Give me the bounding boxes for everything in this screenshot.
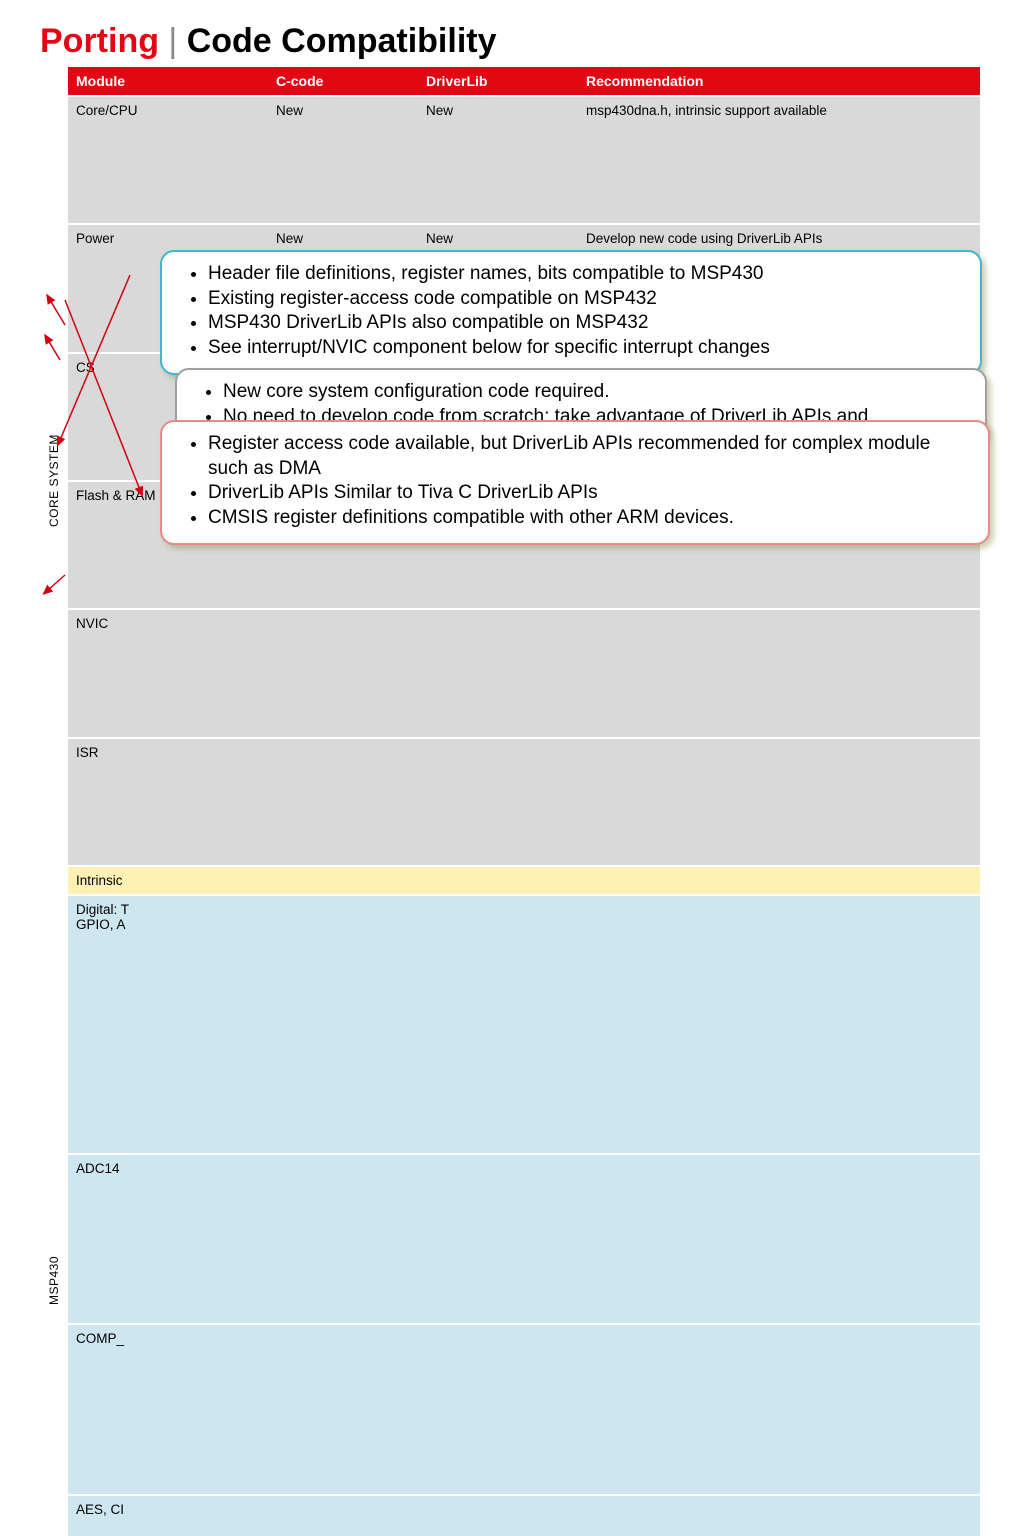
cell-ccode [268, 895, 418, 1154]
header-module: Module [68, 67, 268, 96]
title-black: Code Compatibility [187, 22, 497, 60]
table-row: Intrinsic [40, 866, 980, 895]
table-row: CORE SYSTEM Core/CPU New New msp430dna.h… [40, 96, 980, 224]
list-item: Header file definitions, register names,… [208, 262, 962, 287]
callout-pink: Register access code available, but Driv… [160, 420, 990, 545]
table-row: AES, CI [40, 1495, 980, 1536]
cell-dlib [418, 866, 578, 895]
section-label: MSP430 [40, 896, 68, 1536]
section-blank [40, 866, 68, 895]
cell-ccode: New [268, 96, 418, 224]
cell-module: ISR [68, 738, 268, 866]
cell-rec: msp430dna.h, intrinsic support available [578, 96, 980, 224]
cell-ccode [268, 1324, 418, 1494]
header-row: Module C-code DriverLib Recommendation [40, 67, 980, 96]
list-item: Register access code available, but Driv… [208, 432, 970, 481]
cell-ccode [268, 1154, 418, 1324]
table-row: NVIC [40, 609, 980, 737]
list-item: MSP430 DriverLib APIs also compatible on… [208, 311, 962, 336]
header-recommendation: Recommendation [578, 67, 980, 96]
cell-rec [578, 738, 980, 866]
slide-title: Porting | Code Compatibility [40, 22, 984, 61]
callout-list: Register access code available, but Driv… [180, 432, 970, 531]
cell-module: Core/CPU [68, 96, 268, 224]
cell-module: Intrinsic [68, 866, 268, 895]
cell-module: AES, CI [68, 1495, 268, 1536]
table-row: COMP_ [40, 1324, 980, 1494]
table-row: ADC14 [40, 1154, 980, 1324]
cell-dlib [418, 1154, 578, 1324]
cell-ccode [268, 866, 418, 895]
title-separator: | [159, 22, 187, 60]
section-core-system: CORE SYSTEM [40, 96, 68, 866]
cell-dlib [418, 609, 578, 737]
cell-module: Digital: TGPIO, A [68, 895, 268, 1154]
header-driverlib: DriverLib [418, 67, 578, 96]
table-row: MSP430 Digital: TGPIO, A [40, 895, 980, 1154]
cell-rec [578, 866, 980, 895]
table-row: ISR [40, 738, 980, 866]
list-item: Existing register-access code compatible… [208, 287, 962, 312]
slide: Porting | Code Compatibility Module C-co… [0, 0, 1024, 1536]
cell-rec [578, 1495, 980, 1536]
cell-module: COMP_ [68, 1324, 268, 1494]
list-item: See interrupt/NVIC component below for s… [208, 336, 962, 361]
list-item: DriverLib APIs Similar to Tiva C DriverL… [208, 481, 970, 506]
cell-ccode [268, 738, 418, 866]
cell-module: NVIC [68, 609, 268, 737]
cell-text: Digital: T [76, 902, 129, 917]
cell-dlib: New [418, 96, 578, 224]
list-item: CMSIS register definitions compatible wi… [208, 506, 970, 531]
section-label: CORE SYSTEM [40, 97, 68, 865]
cell-rec [578, 609, 980, 737]
cell-module: ADC14 [68, 1154, 268, 1324]
cell-dlib [418, 1324, 578, 1494]
cell-dlib [418, 738, 578, 866]
cell-ccode [268, 1495, 418, 1536]
cell-dlib [418, 1495, 578, 1536]
cell-text2: GPIO, A [76, 917, 126, 932]
header-ccode: C-code [268, 67, 418, 96]
cell-dlib [418, 895, 578, 1154]
title-red: Porting [40, 22, 159, 60]
section-msp430: MSP430 [40, 895, 68, 1536]
callout-list: Header file definitions, register names,… [180, 262, 962, 361]
callout-teal: Header file definitions, register names,… [160, 250, 982, 375]
cell-ccode [268, 609, 418, 737]
header-corner [40, 67, 68, 96]
cell-rec [578, 1154, 980, 1324]
cell-rec [578, 895, 980, 1154]
cell-rec [578, 1324, 980, 1494]
list-item: New core system configuration code requi… [223, 380, 967, 405]
